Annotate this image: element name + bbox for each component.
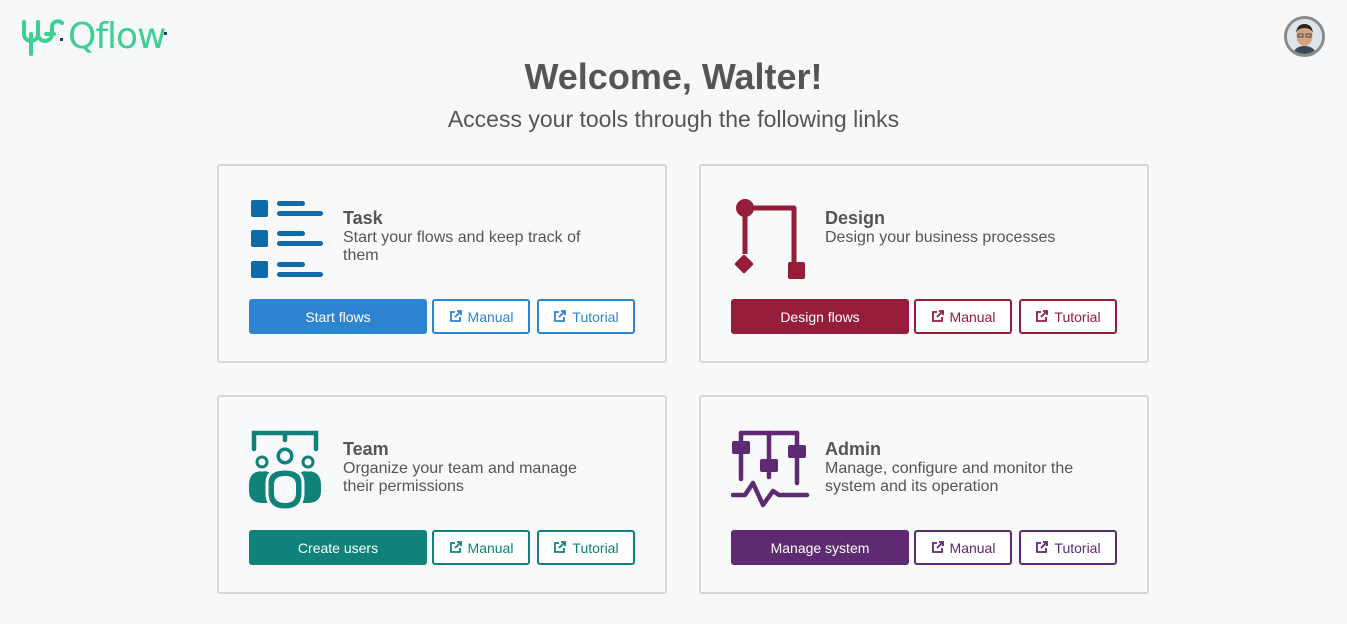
team-tutorial-button[interactable]: Tutorial [537,530,635,565]
tutorial-label: Tutorial [1054,539,1101,556]
card-team: Team Organize your team and manage their… [217,395,667,594]
external-link-icon [1036,310,1049,322]
qflow-logo[interactable]: Qflow [20,16,169,58]
external-link-icon [554,541,567,553]
logo-text: Qflow [68,16,166,57]
team-icon [249,430,321,511]
task-list-icon [251,200,323,278]
card-description: Organize your team and manage their perm… [343,460,577,495]
logo-accent-icon [164,32,168,35]
tutorial-label: Tutorial [572,539,619,556]
card-design: Design Design your business processes De… [699,164,1149,363]
card-description: Manage, configure and monitor the system… [825,460,1074,495]
manage-system-button[interactable]: Manage system [731,530,909,565]
start-flows-button[interactable]: Start flows [249,299,427,334]
qflow-logo-icon [22,19,64,56]
card-description: Design your business processes [825,229,1056,246]
card-admin: Admin Manage, configure and monitor the … [699,395,1149,594]
admin-manual-button[interactable]: Manual [914,530,1012,565]
design-manual-button[interactable]: Manual [914,299,1012,334]
user-avatar-icon [1287,19,1322,54]
admin-tutorial-button[interactable]: Tutorial [1019,530,1117,565]
external-link-icon [449,310,462,322]
card-title: Design [825,208,886,228]
team-manual-button[interactable]: Manual [432,530,530,565]
manual-label: Manual [467,308,514,325]
card-title: Admin [825,439,881,459]
manual-label: Manual [467,539,514,556]
welcome-subtitle: Access your tools through the following … [447,106,900,132]
welcome-title: Welcome, Walter! [524,56,823,97]
process-diagram-icon [734,199,805,279]
card-task: Task Start your flows and keep track of … [217,164,667,363]
task-manual-button[interactable]: Manual [432,299,530,334]
manual-label: Manual [949,308,996,325]
create-users-button[interactable]: Create users [249,530,427,565]
external-link-icon [931,541,944,553]
external-link-icon [449,541,462,553]
tutorial-label: Tutorial [1054,308,1101,325]
card-title: Team [343,439,389,459]
task-tutorial-button[interactable]: Tutorial [537,299,635,334]
design-tutorial-button[interactable]: Tutorial [1019,299,1117,334]
admin-sliders-icon [731,430,810,508]
external-link-icon [554,310,567,322]
external-link-icon [931,310,944,322]
design-flows-button[interactable]: Design flows [731,299,909,334]
user-avatar[interactable] [1284,16,1325,57]
card-description: Start your flows and keep track of them [343,229,581,264]
tutorial-label: Tutorial [572,308,619,325]
external-link-icon [1036,541,1049,553]
manual-label: Manual [949,539,996,556]
card-title: Task [343,208,383,228]
